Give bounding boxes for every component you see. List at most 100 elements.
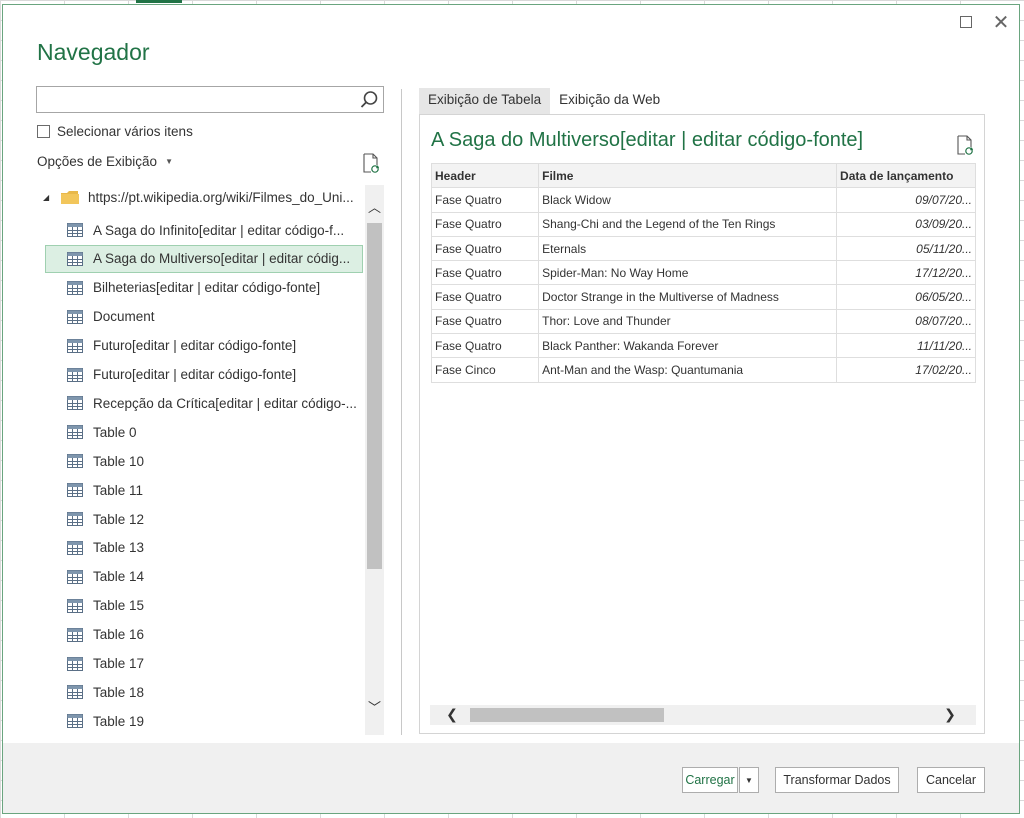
table-cell[interactable]: 05/11/20... (836, 235, 976, 262)
tree-item[interactable]: Table 10 (37, 447, 363, 475)
tree-root[interactable]: ◢ https://pt.wikipedia.org/wiki/Filmes_d… (37, 183, 363, 211)
scroll-down-icon[interactable]: ﹀ (365, 699, 384, 719)
table-cell[interactable]: 08/07/20... (836, 308, 976, 335)
table-cell[interactable]: Thor: Love and Thunder (538, 308, 838, 335)
table-row: Fase Quatro Doctor Strange in the Multive… (431, 284, 976, 310)
tree-item[interactable]: Bilheterias[editar | editar código-fonte… (37, 274, 363, 302)
column-header[interactable]: Data de lançamento (836, 163, 976, 189)
close-button[interactable]: ✕ (991, 12, 1011, 32)
table-row: Fase Quatro Black Widow 09/07/20... (431, 187, 976, 213)
tree-item[interactable]: Table 14 (37, 563, 363, 591)
refresh-icon[interactable] (956, 135, 974, 155)
preview-pane: A Saga do Multiverso[editar | editar cód… (419, 114, 985, 734)
tree-item-label: Table 12 (93, 511, 145, 527)
tree-item-label: A Saga do Multiverso[editar | editar cód… (93, 251, 351, 267)
tree-item-label: A Saga do Infinito[editar | editar códig… (93, 222, 345, 238)
tree-item[interactable]: Document (37, 303, 363, 331)
table-cell[interactable]: Spider-Man: No Way Home (538, 260, 838, 286)
tree-item-label: Table 13 (93, 540, 145, 556)
table-icon (67, 338, 83, 353)
tree-item[interactable]: A Saga do Infinito[editar | editar códig… (37, 216, 363, 244)
search-input[interactable] (41, 87, 351, 110)
tree-item[interactable]: Table 17 (37, 650, 363, 678)
scroll-left-icon[interactable]: ❮ (442, 705, 462, 725)
table-cell[interactable]: Doctor Strange in the Multiverse of Madn… (538, 284, 838, 310)
tree-item[interactable]: Table 15 (37, 592, 363, 620)
table-icon (67, 714, 83, 729)
table-cell[interactable]: Fase Quatro (431, 187, 540, 213)
table-icon (67, 627, 83, 642)
table-icon (67, 598, 83, 613)
table-cell[interactable]: 09/07/20... (836, 187, 976, 213)
table-icon (67, 512, 83, 526)
transform-data-button[interactable]: Transformar Dados (775, 767, 899, 793)
table-icon (67, 540, 83, 555)
cancel-button[interactable]: Cancelar (917, 767, 985, 793)
tree-item[interactable]: Futuro[editar | editar código-fonte] (37, 361, 363, 389)
tree-item-label: Table 11 (93, 482, 144, 498)
search-box[interactable] (36, 86, 384, 113)
view-options-dropdown[interactable]: Opções de Exibição ▼ (37, 154, 173, 169)
preview-table-container: Header Filme Data de lançamento Fase Qua… (431, 163, 976, 385)
tree-item-label: Table 16 (93, 627, 145, 643)
load-button[interactable]: Carregar (682, 767, 738, 793)
tree-item[interactable]: Table 19 (37, 707, 363, 735)
preview-table: Header Filme Data de lançamento Fase Qua… (431, 163, 976, 383)
load-options-button[interactable]: ▼ (739, 767, 759, 793)
table-cell[interactable]: Shang-Chi and the Legend of the Ten Ring… (538, 211, 838, 237)
table-cell[interactable]: Eternals (538, 235, 838, 262)
horizontal-scroll-thumb[interactable] (470, 708, 664, 722)
table-cell[interactable]: 06/05/20... (836, 284, 976, 310)
table-row: Fase Quatro Shang-Chi and the Legend of t… (431, 211, 976, 237)
select-multiple-checkbox[interactable] (37, 125, 50, 138)
collapse-icon[interactable]: ◢ (43, 193, 53, 202)
table-cell[interactable]: Fase Cinco (431, 357, 540, 383)
search-icon[interactable] (359, 90, 379, 110)
maximize-button[interactable] (956, 13, 976, 31)
tab-web-view[interactable]: Exibição da Web (550, 88, 669, 114)
tree-item[interactable]: A Saga do Multiverso[editar | editar cód… (45, 244, 363, 273)
tree-item[interactable]: Recepção da Crítica[editar | editar códi… (37, 389, 363, 417)
chevron-down-icon: ▼ (165, 157, 173, 166)
table-icon (67, 396, 83, 411)
tree-scroll-thumb[interactable] (367, 223, 382, 569)
dialog-title: Navegador (37, 39, 150, 65)
tree-item[interactable]: Table 11 (37, 476, 363, 504)
tree-item-label: Table 17 (93, 656, 145, 671)
column-header[interactable]: Header (431, 163, 540, 189)
table-icon (67, 656, 83, 671)
table-cell[interactable]: 03/09/20... (836, 211, 976, 237)
tree-item-label: Table 18 (93, 684, 145, 700)
tree-item-label: Table 14 (93, 569, 145, 585)
pane-divider (401, 89, 402, 735)
scroll-right-icon[interactable]: ❯ (940, 705, 960, 725)
table-cell[interactable]: Fase Quatro (431, 235, 540, 262)
preview-horizontal-scrollbar[interactable]: ❮ ❯ (430, 705, 976, 725)
tree-item[interactable]: Table 16 (37, 621, 363, 649)
table-cell[interactable]: 17/02/20... (836, 357, 976, 383)
tree-item[interactable]: Table 18 (37, 678, 363, 706)
tab-table-view[interactable]: Exibição de Tabela (419, 88, 551, 114)
table-icon (67, 251, 83, 266)
table-cell[interactable]: Fase Quatro (431, 308, 540, 335)
tree-item[interactable]: Futuro[editar | editar código-fonte] (37, 332, 363, 360)
table-cell[interactable]: Black Panther: Wakanda Forever (538, 333, 838, 359)
column-header[interactable]: Filme (538, 163, 838, 189)
table-cell[interactable]: Fase Quatro (431, 211, 540, 237)
tree-item[interactable]: Table 13 (37, 534, 363, 562)
tree-item-label: Document (93, 309, 155, 325)
tree-item[interactable]: Table 0 (37, 418, 363, 446)
scroll-up-icon[interactable]: ︿ (365, 199, 384, 219)
select-multiple-items[interactable]: Selecionar vários itens (37, 124, 193, 139)
tree-scrollbar[interactable]: ︿ ﹀ (365, 185, 384, 735)
table-cell[interactable]: Fase Quatro (431, 333, 540, 359)
table-cell[interactable]: Black Widow (538, 187, 838, 213)
table-row: Fase Quatro Thor: Love and Thunder 08/07/2… (431, 308, 976, 335)
table-cell[interactable]: Fase Quatro (431, 284, 540, 310)
table-cell[interactable]: Ant-Man and the Wasp: Quantumania (538, 357, 838, 383)
refresh-icon[interactable] (362, 153, 380, 173)
table-cell[interactable]: Fase Quatro (431, 260, 540, 286)
tree-item[interactable]: Table 12 (37, 505, 363, 533)
table-cell[interactable]: 17/12/20... (836, 260, 976, 286)
table-cell[interactable]: 11/11/20... (836, 333, 976, 359)
